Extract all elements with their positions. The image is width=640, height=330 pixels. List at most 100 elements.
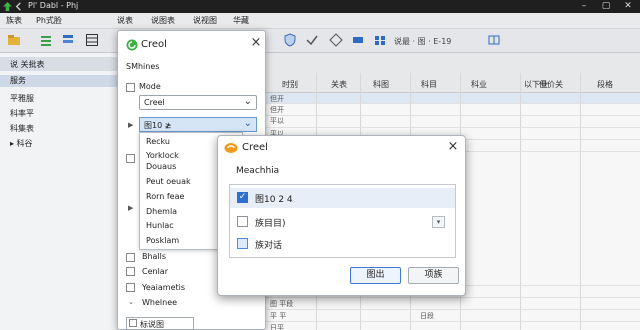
option-label: Cenlar <box>142 267 168 276</box>
grid-column-line <box>580 73 581 330</box>
close-window-icon[interactable]: ✕ <box>617 0 639 13</box>
list-item-label: 族对话 <box>255 241 283 251</box>
list-green-icon[interactable] <box>38 32 54 48</box>
dialog-subheading: Meachhia <box>236 166 280 176</box>
list-item[interactable]: ✓ 图10 2 4 <box>230 188 455 208</box>
grid-cell[interactable]: 但开 <box>270 94 284 104</box>
app-logo-icon <box>3 2 12 11</box>
dropdown-selected-value: 图10 ≵ <box>144 121 172 130</box>
toolbar-status-text: 说最 · 图 · E-19 <box>394 37 452 46</box>
dropdown-option[interactable]: Peut oeuak <box>146 177 191 186</box>
chevron-down-icon: ⌄ <box>243 96 252 107</box>
layout-icon[interactable] <box>486 32 502 48</box>
option-label: Yeaiametis <box>142 283 186 292</box>
row-checkbox[interactable] <box>126 154 135 163</box>
close-icon[interactable]: × <box>446 140 460 154</box>
dropdown-option[interactable]: Yorklock <box>146 151 179 160</box>
mode-select[interactable]: Creel ⌄ <box>139 95 257 110</box>
close-icon[interactable]: × <box>249 36 263 50</box>
dropdown-option[interactable]: Rorn feae <box>146 192 184 201</box>
maximize-icon[interactable]: ▢ <box>595 0 617 13</box>
column-header[interactable]: 但价关 <box>539 79 563 90</box>
option-list: ✓ 图10 2 4 族目目) ▾ 族对话 <box>229 184 456 258</box>
section-label: SMhines <box>126 62 160 71</box>
menu-item-1[interactable]: 族表 <box>6 15 22 26</box>
sidebar-item-4[interactable]: 科集表 <box>10 123 34 134</box>
minimize-icon[interactable]: – <box>573 0 595 13</box>
sort-icon[interactable] <box>60 32 76 48</box>
cancel-button[interactable]: 项族 <box>408 267 459 284</box>
table-icon[interactable] <box>84 32 100 48</box>
bottom-input-value: 标说图 <box>140 320 164 329</box>
folder-icon[interactable] <box>6 32 22 48</box>
back-arrow-icon[interactable] <box>14 2 23 11</box>
expand-triangle-icon[interactable]: ▶ <box>128 204 133 212</box>
grid-column-line <box>520 73 521 330</box>
dropdown-option[interactable]: Recku <box>146 137 170 146</box>
mode-select-value: Creel <box>144 98 165 107</box>
dropdown-option[interactable]: Hunlac <box>146 221 174 230</box>
menu-item-4[interactable]: 说图表 <box>151 15 175 26</box>
dropdown-mini-button[interactable]: ▾ <box>432 216 445 228</box>
list-icon[interactable] <box>350 32 366 48</box>
option-label: Whelnee <box>142 298 178 307</box>
column-header[interactable]: 关表 <box>331 79 347 90</box>
field-icon <box>129 319 137 327</box>
row-checkbox[interactable] <box>126 283 135 292</box>
column-header[interactable]: 科业 <box>471 79 487 90</box>
dropdown-selected[interactable]: 图10 ≵ ⌄ <box>139 117 257 132</box>
message-dialog: Creel × Meachhia ✓ 图10 2 4 族目目) ▾ 族对话 图出… <box>217 135 466 296</box>
sidebar-item-1[interactable]: 服务 <box>0 75 119 87</box>
checkbox[interactable] <box>237 216 248 227</box>
dropdown-option[interactable]: Posklam <box>146 236 179 245</box>
grid-cell[interactable]: 图 平段 <box>270 299 293 309</box>
dropdown-option[interactable]: Douaus <box>146 162 176 171</box>
shield-icon[interactable] <box>282 32 298 48</box>
row-checkbox[interactable] <box>126 267 135 276</box>
grid-cell[interactable]: 平以 <box>270 116 284 126</box>
list-item-label: 图10 2 4 <box>255 195 293 205</box>
sidebar-item-3[interactable]: 科率平 <box>10 108 34 119</box>
column-header[interactable]: 科目 <box>421 79 437 90</box>
menu-item-6[interactable]: 华藏 <box>233 15 249 26</box>
checkbox[interactable] <box>237 238 248 249</box>
menu-item-5[interactable]: 说视图 <box>193 15 217 26</box>
side-panel: 说 关批表 服务 平雅服 科率平 科集表 ▸ 科谷 <box>0 53 120 330</box>
side-panel-header[interactable]: 说 关批表 <box>0 57 120 71</box>
list-item[interactable]: 族对话 <box>230 234 455 254</box>
diamond-icon[interactable] <box>328 32 344 48</box>
sidebar-item-2[interactable]: 平雅服 <box>10 93 34 104</box>
mode-label: Mode <box>139 82 161 91</box>
row-checkbox[interactable] <box>126 253 135 262</box>
mode-checkbox[interactable] <box>126 83 135 92</box>
bottom-input[interactable]: 标说图 <box>126 317 194 330</box>
column-header[interactable]: 时别 <box>282 79 298 90</box>
dialog-title: Creol <box>141 39 167 50</box>
grid-cell[interactable]: 但开 <box>270 105 284 115</box>
column-header[interactable]: 科图 <box>373 79 389 90</box>
expand-triangle-icon[interactable]: ▶ <box>128 121 133 129</box>
grid-cell[interactable]: 日平 <box>270 323 284 330</box>
expand-triangle-icon[interactable]: ⌄ <box>128 298 134 306</box>
window-title: Pl' Dabl - Phj <box>28 1 79 10</box>
menu-item-3[interactable]: 说表 <box>117 15 133 26</box>
menu-bar: 族表 Ph式脸 说表 说图表 说视图 华藏 <box>0 13 640 29</box>
grid-icon[interactable] <box>372 32 388 48</box>
menu-item-2[interactable]: Ph式脸 <box>36 15 62 26</box>
dropdown-option[interactable]: Dhemla <box>146 207 177 216</box>
sidebar-item-5[interactable]: ▸ 科谷 <box>10 138 33 149</box>
column-header[interactable]: 段格 <box>597 79 613 90</box>
ok-button[interactable]: 图出 <box>350 267 401 284</box>
list-item-label: 族目目) <box>255 219 286 229</box>
app-logo-icon <box>126 39 138 51</box>
title-bar: Pl' Dabl - Phj – ▢ ✕ <box>0 0 640 13</box>
list-item[interactable]: 族目目) ▾ <box>230 212 455 232</box>
app-logo-icon <box>224 142 238 154</box>
dialog-title: Creel <box>242 142 268 153</box>
check-icon[interactable] <box>304 32 320 48</box>
checkbox-checked[interactable]: ✓ <box>237 192 248 203</box>
option-label: Bhalls <box>142 252 167 261</box>
grid-cell[interactable]: 平 平 <box>270 311 286 321</box>
grid-cell[interactable]: 日段 <box>420 311 434 321</box>
chevron-down-icon: ⌄ <box>243 118 252 129</box>
